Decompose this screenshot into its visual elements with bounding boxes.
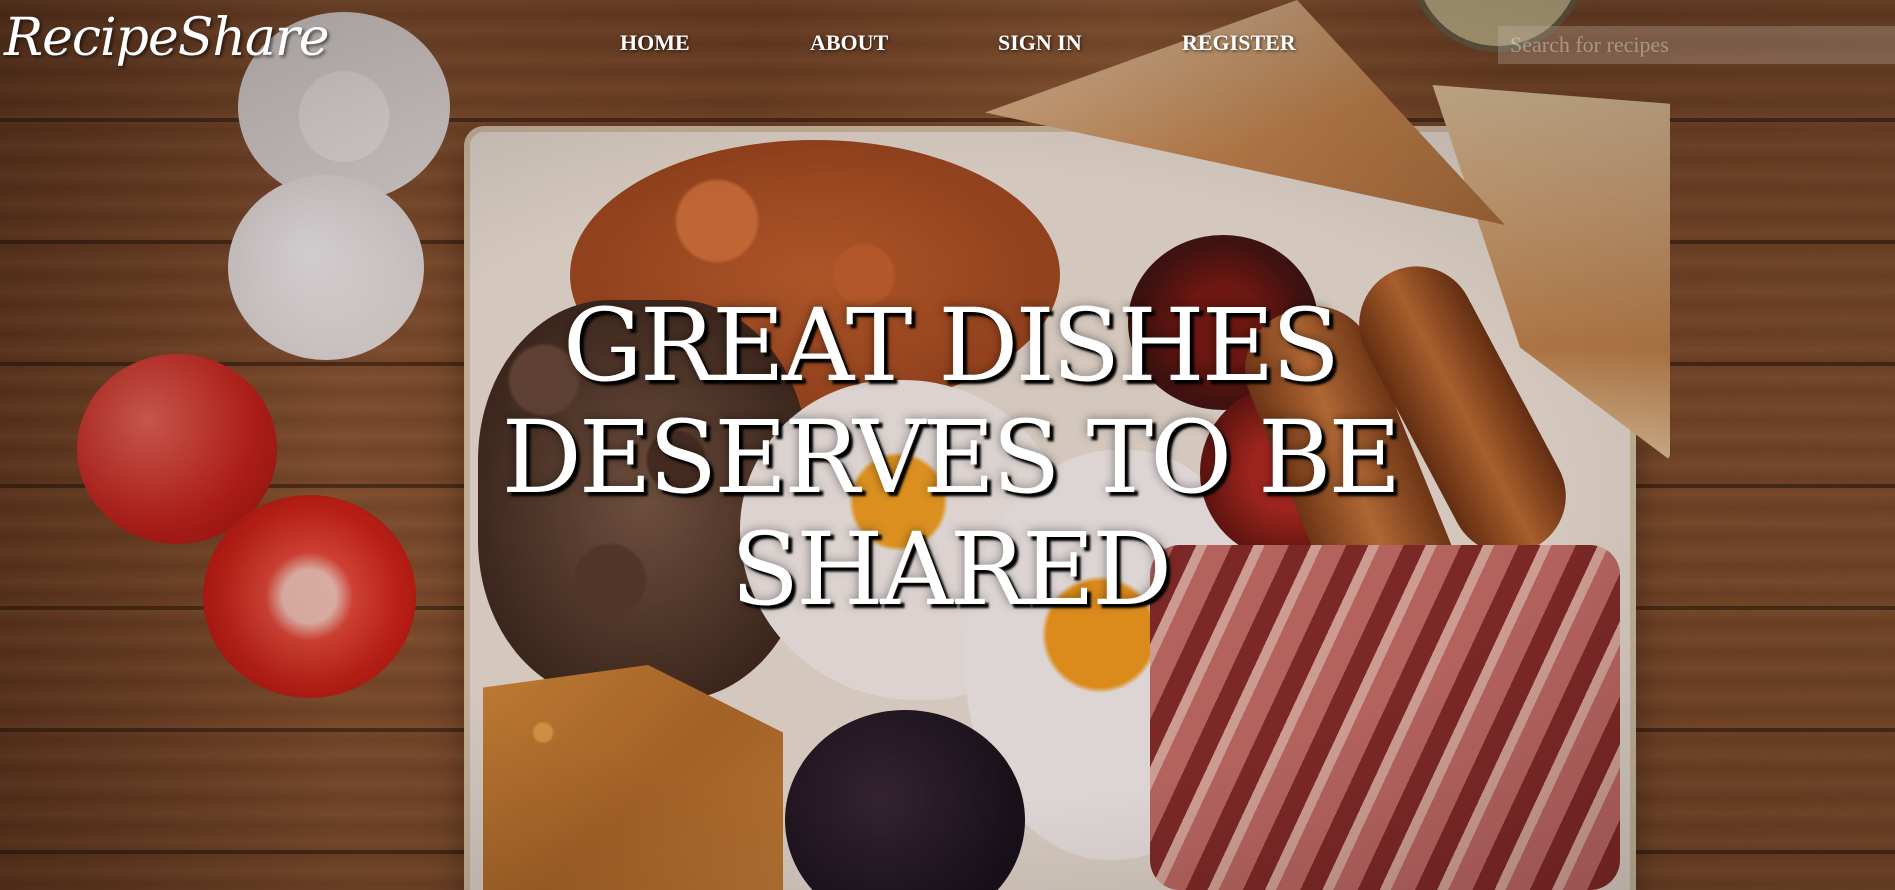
nav-home-link[interactable]: HOME: [620, 30, 690, 56]
nav-about-link[interactable]: ABOUT: [810, 30, 888, 56]
nav-register-link[interactable]: REGISTER: [1182, 30, 1296, 56]
nav-sign-in-link[interactable]: SIGN IN: [998, 30, 1082, 56]
search-input[interactable]: [1498, 26, 1895, 64]
hero-headline: GREAT DISHES DESERVES TO BE SHARED: [501, 287, 1402, 628]
